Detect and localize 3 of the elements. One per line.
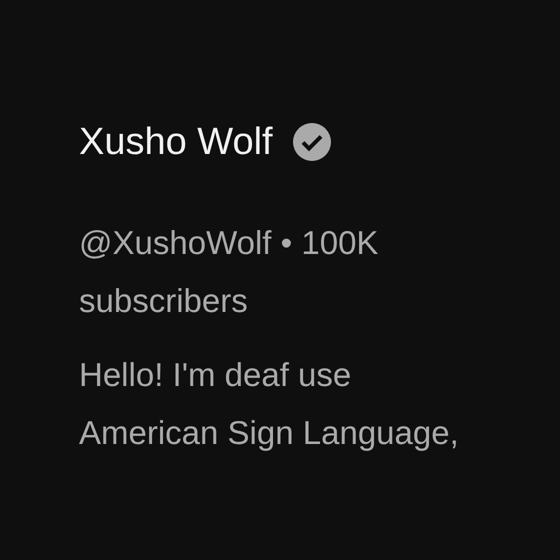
channel-info: @XushoWolf • 100K subscribers — [79, 223, 380, 321]
channel-name: Xusho Wolf — [79, 120, 273, 165]
channel-description: Hello! I'm deaf use American Sign Language, — [79, 355, 460, 453]
